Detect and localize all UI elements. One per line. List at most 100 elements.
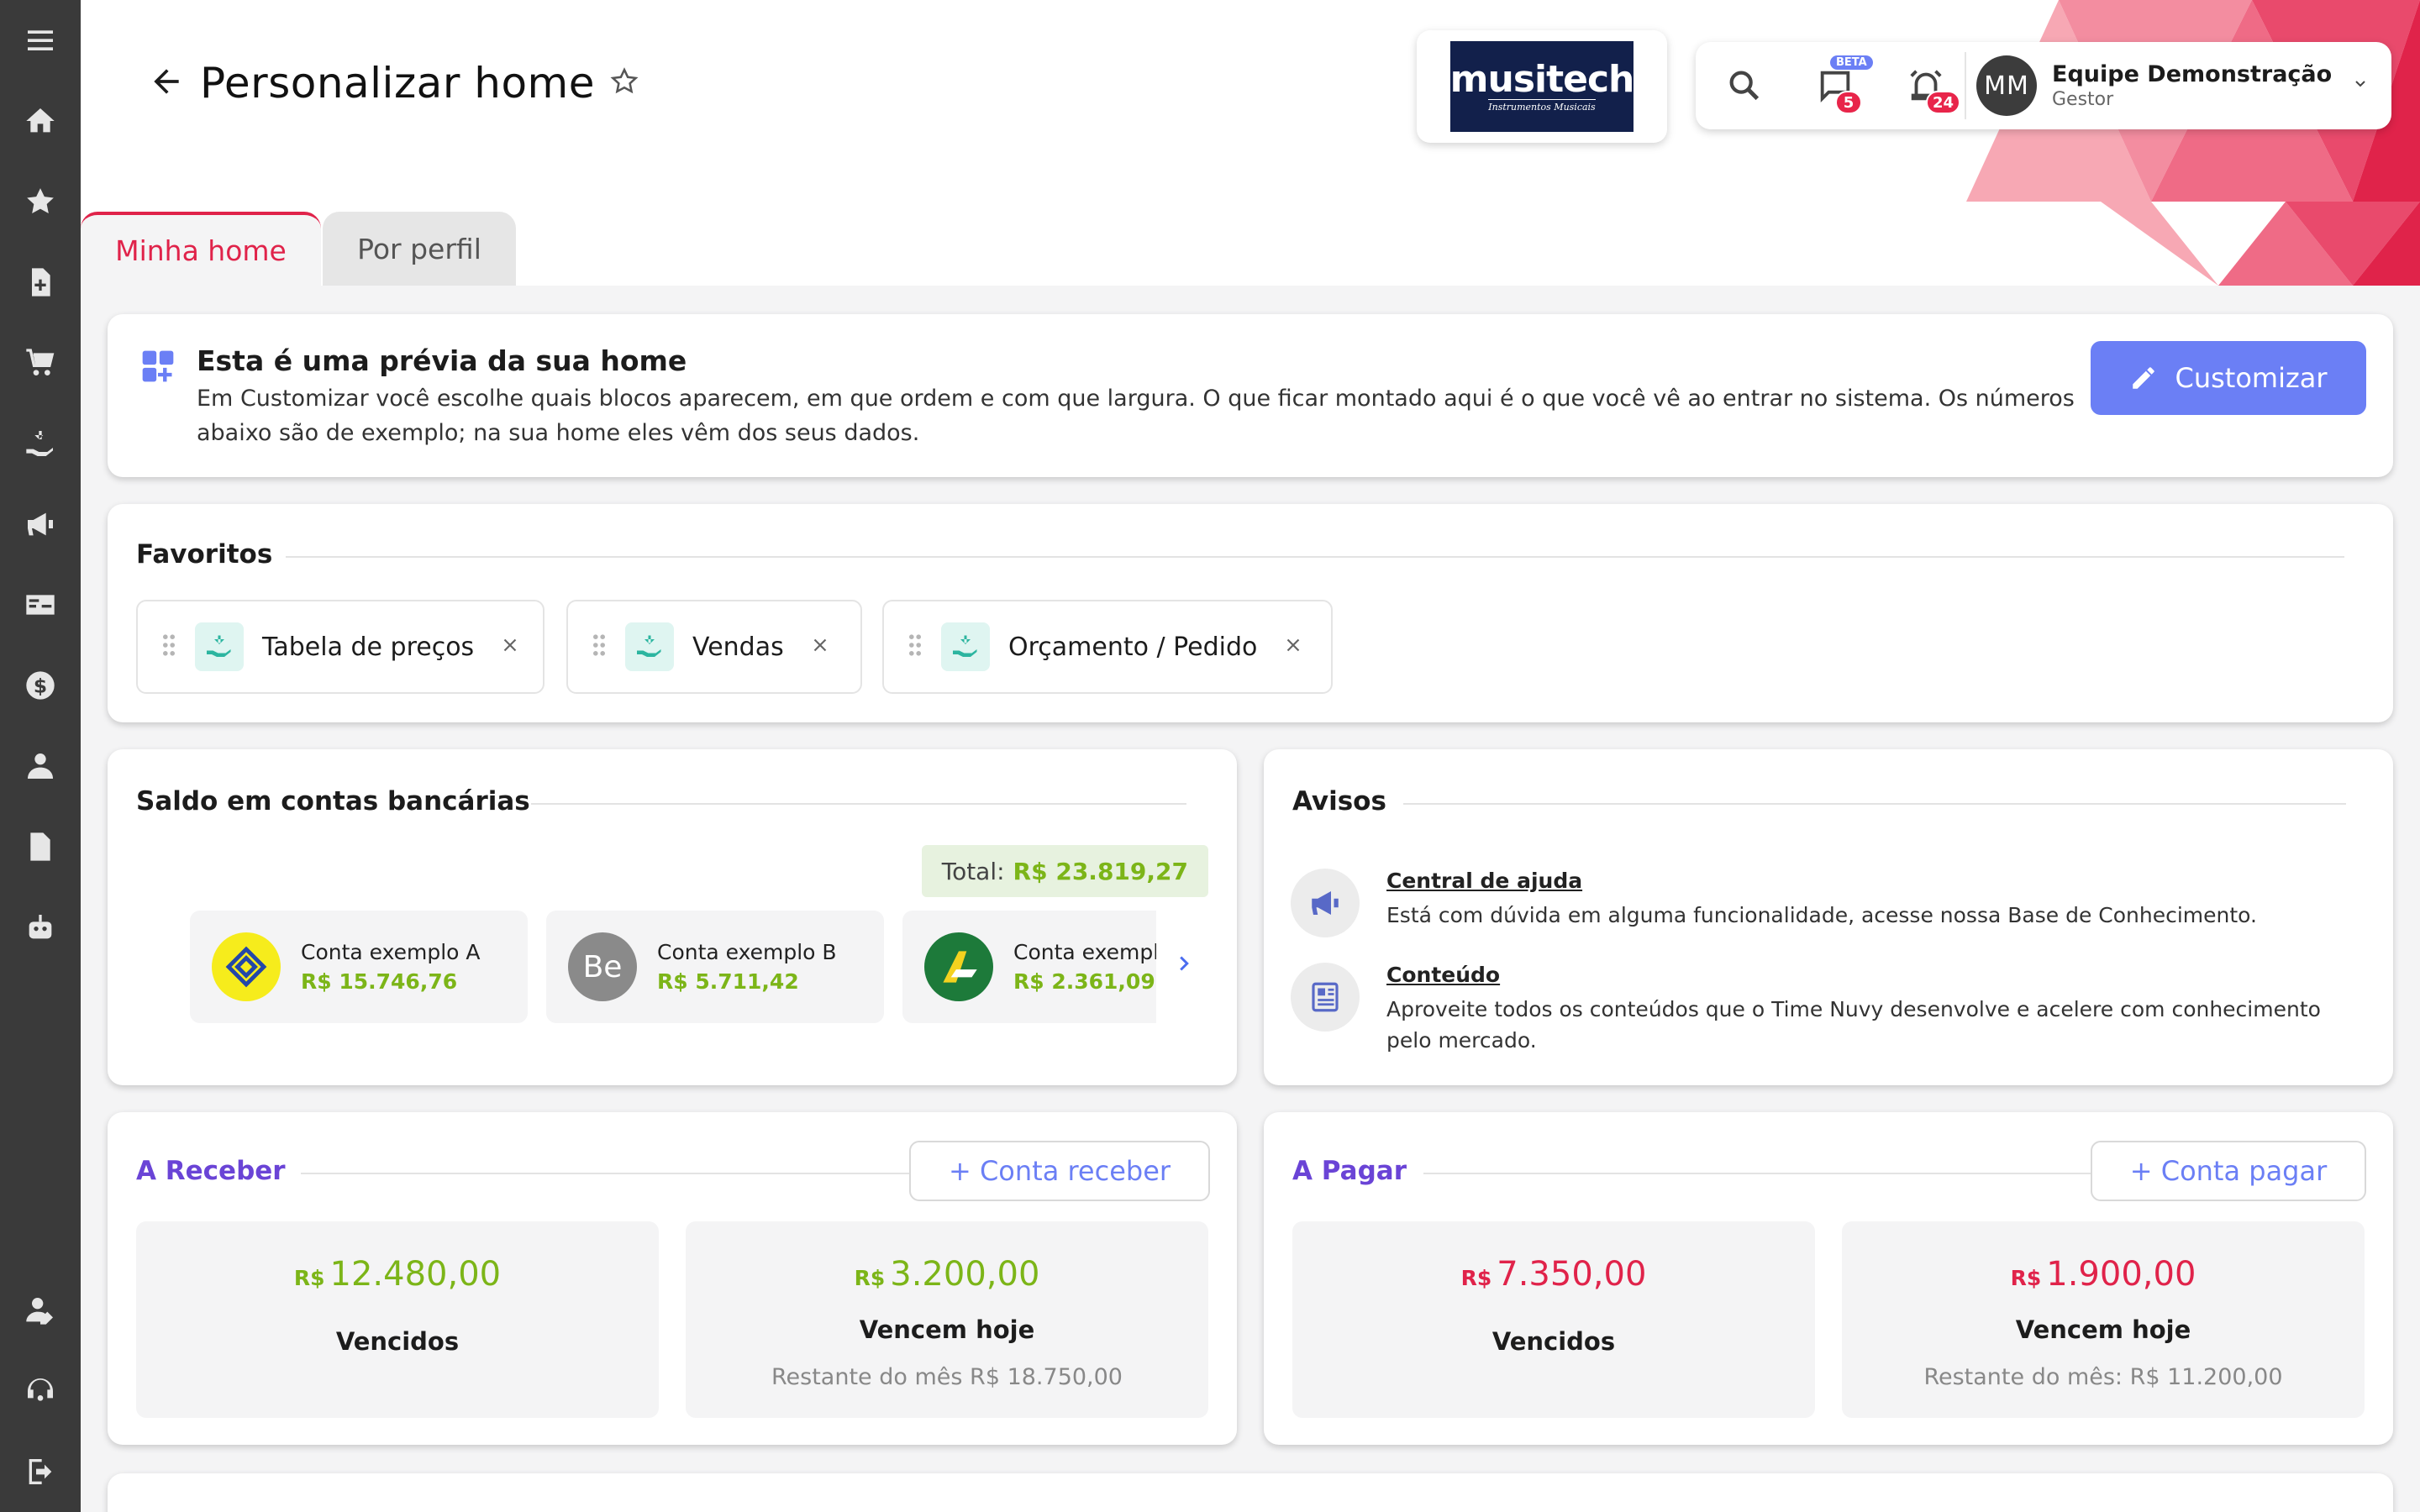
sidebar-bottom: [0, 1270, 81, 1512]
user-edit-icon[interactable]: [0, 1270, 81, 1351]
tab-por-perfil[interactable]: Por perfil: [323, 212, 516, 286]
notice-text: Está com dúvida em alguma funcionalidade…: [1386, 903, 2257, 927]
svg-text:$: $: [34, 674, 47, 697]
newspaper-icon: [1291, 963, 1360, 1032]
file-icon[interactable]: [0, 806, 81, 887]
bank-account[interactable]: Conta exemplo A R$ 15.746,76: [190, 911, 528, 1023]
drag-handle-icon[interactable]: [592, 633, 607, 660]
company-logo-card[interactable]: musitech Instrumentos Musicais: [1417, 30, 1667, 143]
user-role: Gestor: [2052, 89, 2114, 110]
chat-icon[interactable]: BETA 5: [1805, 55, 1873, 116]
add-widget-icon: [139, 348, 176, 388]
notice-item[interactable]: Conteúdo Aproveite todos os conteúdos qu…: [1291, 963, 2353, 1056]
chevron-down-icon[interactable]: [2350, 74, 2370, 97]
receivables-divider: [301, 1173, 980, 1174]
amount: 12.480,00: [329, 1255, 502, 1294]
receivables-overdue-value: R$ 12.480,00: [136, 1255, 659, 1294]
drag-handle-icon[interactable]: [161, 633, 176, 660]
header: Personalizar home musitech Instrumentos …: [81, 0, 2420, 286]
receivables-title: A Receber: [136, 1156, 286, 1186]
tab-minha-home[interactable]: Minha home: [81, 212, 321, 286]
notice-item[interactable]: Central de ajuda Está com dúvida em algu…: [1291, 869, 2353, 937]
users-icon[interactable]: [0, 726, 81, 806]
favorite-chip[interactable]: Tabela de preços: [136, 600, 544, 694]
bank-account[interactable]: Be Conta exemplo B R$ 5.711,42: [546, 911, 884, 1023]
document-add-icon[interactable]: [0, 242, 81, 323]
bank-account-value: R$ 15.746,76: [301, 969, 458, 994]
logo-main-text: musitech: [1449, 58, 1635, 101]
star-icon[interactable]: [0, 161, 81, 242]
support-icon[interactable]: [0, 1351, 81, 1431]
payables-card: A Pagar + Conta pagar R$ 7.350,00 Vencido…: [1264, 1112, 2393, 1445]
payables-rest: Restante do mês: R$ 11.200,00: [1923, 1364, 2283, 1390]
bank-total-label: Total:: [941, 857, 1005, 885]
alert-count-badge: 24: [1926, 91, 1961, 114]
close-icon[interactable]: [809, 634, 831, 659]
menu-icon[interactable]: [0, 0, 81, 81]
chat-count-badge: 5: [1835, 91, 1862, 114]
page-title: Personalizar home: [200, 59, 596, 108]
notice-title[interactable]: Central de ajuda: [1386, 869, 2353, 893]
favorite-star-icon[interactable]: [608, 66, 640, 101]
add-receivable-button[interactable]: + Conta receber: [909, 1141, 1210, 1201]
customize-button[interactable]: Customizar: [2091, 341, 2366, 415]
bank-title: Saldo em contas bancárias: [136, 786, 530, 816]
card-icon[interactable]: [0, 564, 81, 645]
bank-account-name: Conta exempl: [1013, 940, 1156, 964]
search-icon[interactable]: [1714, 55, 1775, 116]
bank-logo-icon: Be: [568, 932, 637, 1001]
close-icon[interactable]: [499, 634, 521, 659]
sidebar: $: [0, 0, 81, 1512]
bank-account[interactable]: Conta exempl R$ 2.361,09: [902, 911, 1156, 1023]
dollar-icon[interactable]: $: [0, 645, 81, 726]
bank-account-name: Conta exemplo B: [657, 940, 837, 964]
megaphone-icon[interactable]: [0, 484, 81, 564]
payables-overdue[interactable]: R$ 7.350,00 Vencidos: [1292, 1221, 1815, 1418]
favorites-title: Favoritos: [136, 539, 273, 570]
currency-label: R$: [854, 1266, 886, 1290]
home-icon[interactable]: [0, 81, 81, 161]
robot-icon[interactable]: [0, 887, 81, 968]
bank-total: Total: R$ 23.819,27: [921, 845, 1208, 897]
page-title-wrap: Personalizar home: [148, 59, 640, 108]
receivables-today[interactable]: R$ 3.200,00 Vencem hoje Restante do mês R…: [686, 1221, 1208, 1418]
notice-body: Central de ajuda Está com dúvida em algu…: [1386, 869, 2353, 937]
close-icon[interactable]: [1282, 634, 1304, 659]
bank-account-info: Conta exemplo B R$ 5.711,42: [657, 940, 837, 994]
bank-account-value: R$ 5.711,42: [657, 969, 799, 994]
favorites-card: Favoritos Tabela de preços Vendas Orçame…: [108, 504, 2393, 722]
chevron-right-icon[interactable]: [1171, 951, 1197, 979]
user-info[interactable]: Equipe Demonstração Gestor: [2052, 61, 2332, 110]
cart-icon[interactable]: [0, 323, 81, 403]
megaphone-icon: [1291, 869, 1360, 937]
tabs: Minha home Por perfil: [81, 212, 516, 286]
favorite-chip[interactable]: Vendas: [566, 600, 862, 694]
notice-text: Aproveite todos os conteúdos que o Time …: [1386, 997, 2321, 1053]
amount: 7.350,00: [1497, 1255, 1647, 1294]
add-payable-button[interactable]: + Conta pagar: [2091, 1141, 2366, 1201]
bank-total-value: R$ 23.819,27: [1013, 857, 1188, 885]
receivables-overdue[interactable]: R$ 12.480,00 Vencidos: [136, 1221, 659, 1418]
payables-today-label: Vencem hoje: [2015, 1315, 2191, 1344]
payables-overdue-label: Vencidos: [1491, 1327, 1616, 1356]
sales-icon: [195, 622, 244, 671]
drag-handle-icon[interactable]: [908, 633, 923, 660]
alarm-icon[interactable]: 24: [1896, 55, 1961, 116]
payables-divider: [1423, 1173, 2144, 1174]
receivables-rest: Restante do mês R$ 18.750,00: [771, 1364, 1123, 1390]
logout-icon[interactable]: [0, 1431, 81, 1512]
bank-balances-card: Saldo em contas bancárias Total: R$ 23.8…: [108, 749, 1237, 1085]
notice-title[interactable]: Conteúdo: [1386, 963, 2353, 987]
notice-body: Conteúdo Aproveite todos os conteúdos qu…: [1386, 963, 2353, 1056]
preview-title: Esta é uma prévia da sua home: [197, 344, 687, 377]
next-card-partial: [108, 1473, 2393, 1512]
receivables-today-value: R$ 3.200,00: [686, 1255, 1208, 1294]
favorite-label: Orçamento / Pedido: [1008, 632, 1258, 662]
receivables-card: A Receber + Conta receber R$ 12.480,00 Ve…: [108, 1112, 1237, 1445]
payables-today[interactable]: R$ 1.900,00 Vencem hoje Restante do mês: …: [1842, 1221, 2365, 1418]
amount: 1.900,00: [2046, 1255, 2196, 1294]
sales-icon[interactable]: [0, 403, 81, 484]
avatar[interactable]: MM: [1976, 55, 2037, 116]
back-arrow-icon[interactable]: [148, 63, 185, 103]
favorite-chip[interactable]: Orçamento / Pedido: [882, 600, 1333, 694]
